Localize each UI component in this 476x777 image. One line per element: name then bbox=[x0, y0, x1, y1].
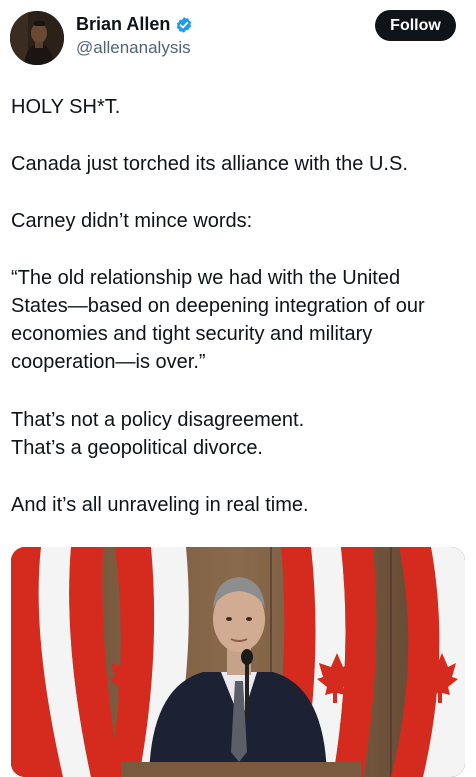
post-header: Brian Allen @allenanalysis Follow bbox=[0, 0, 476, 80]
post-text-line: That’s a geopolitical divorce. bbox=[11, 437, 263, 459]
follow-button[interactable]: Follow bbox=[375, 10, 456, 41]
post-text-line: cooperation—is over.” bbox=[11, 351, 206, 373]
post-text-line: Carney didn’t mince words: bbox=[11, 210, 253, 232]
post-text: That’s not a policy disagreement. That’s… bbox=[11, 406, 463, 462]
post-text-line: economies and tight security and militar… bbox=[11, 323, 373, 345]
author-name-row: Brian Allen bbox=[76, 14, 193, 35]
post-text-line: Canada just torched its alliance with th… bbox=[11, 153, 408, 175]
avatar-photo-icon bbox=[10, 11, 64, 65]
post-text-line: And it’s all unraveling in real time. bbox=[11, 494, 309, 516]
post-text-line: “The old relationship we had with the Un… bbox=[11, 267, 401, 289]
post-text: Canada just torched its alliance with th… bbox=[11, 150, 463, 178]
post-text: Carney didn’t mince words: bbox=[11, 207, 463, 235]
speaker-with-flags-icon bbox=[11, 547, 465, 777]
post-text: And it’s all unraveling in real time. bbox=[11, 491, 463, 519]
author-avatar[interactable] bbox=[10, 11, 64, 65]
post-text-line: States—based on deepening integration of… bbox=[11, 295, 425, 317]
author-handle[interactable]: @allenanalysis bbox=[76, 38, 191, 58]
author-display-name[interactable]: Brian Allen bbox=[76, 14, 170, 35]
post-quote: “The old relationship we had with the Un… bbox=[11, 264, 463, 376]
post-text-line: That’s not a policy disagreement. bbox=[11, 409, 305, 431]
post-media-image[interactable] bbox=[11, 547, 465, 777]
post-text-line: HOLY SH*T. bbox=[11, 96, 121, 118]
verified-badge-icon bbox=[175, 16, 193, 34]
post-text: HOLY SH*T. bbox=[11, 93, 463, 121]
